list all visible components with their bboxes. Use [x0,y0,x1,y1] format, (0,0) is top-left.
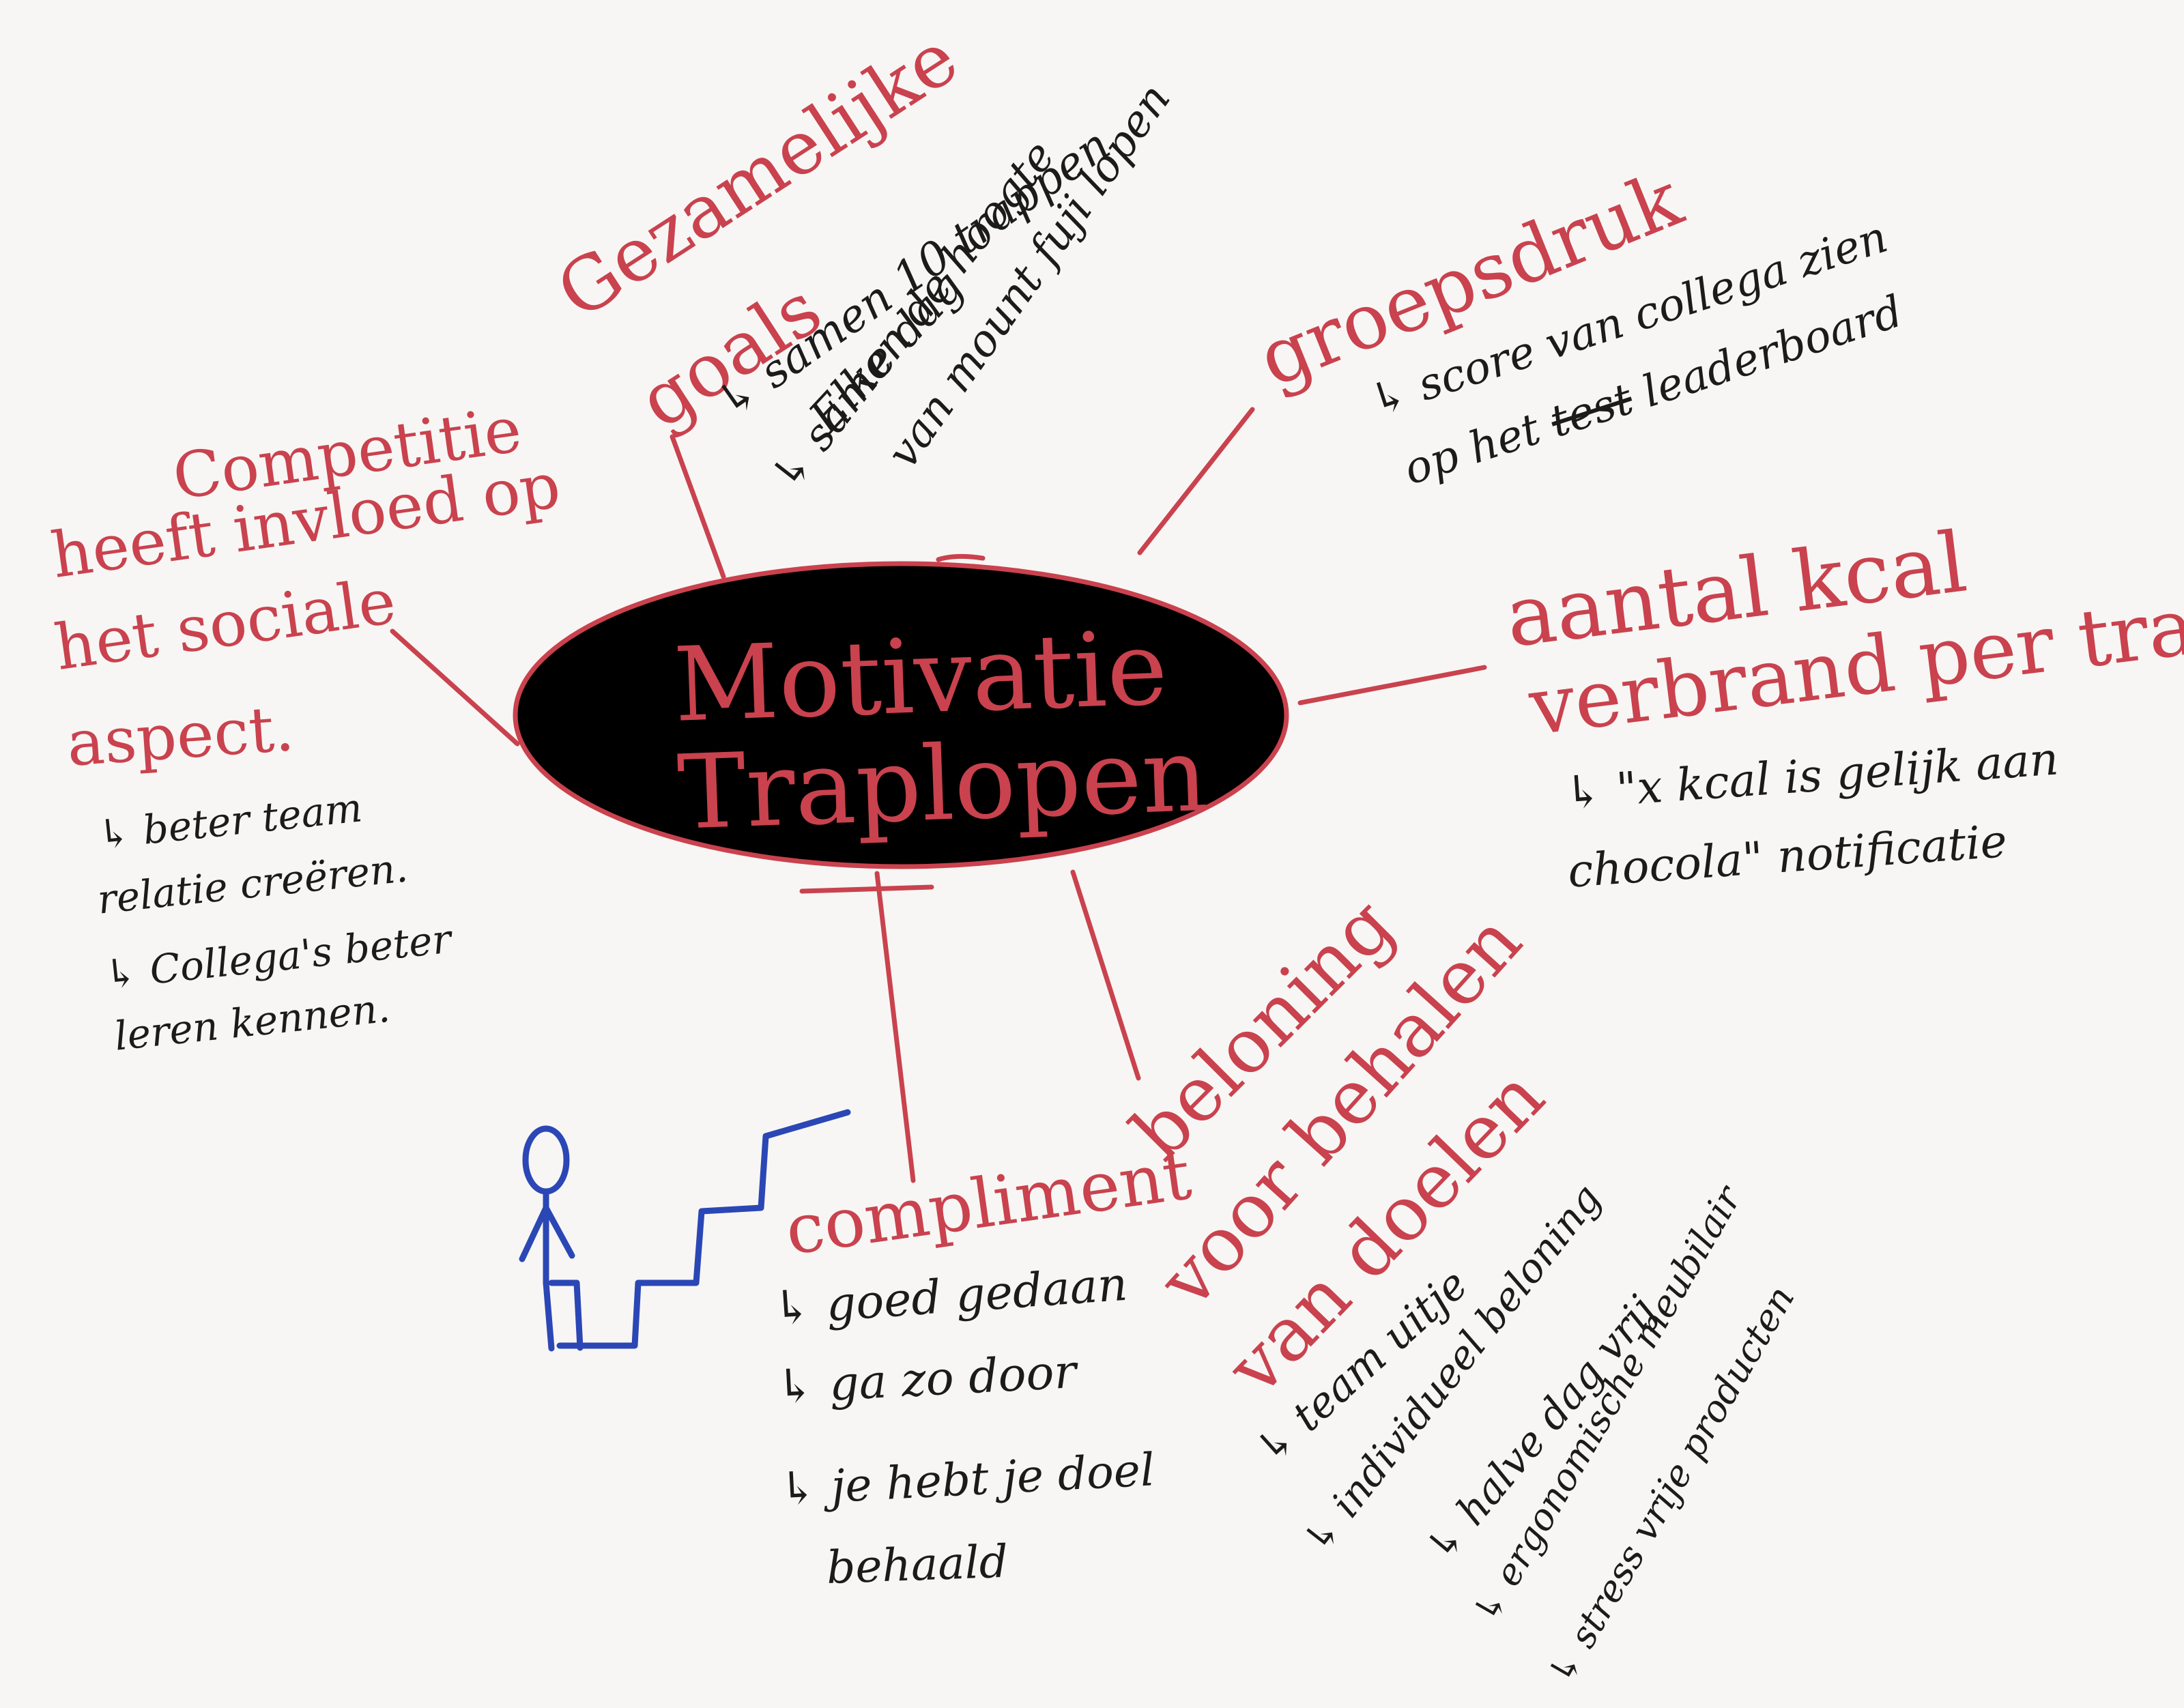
arrow-hook-icon: ↳ [777,1460,833,1516]
branch-line-compliment [874,871,916,1183]
arrow-hook-icon: ↳ [774,1357,831,1415]
arrow-hook-icon: ↳ [771,1278,829,1336]
competitie-title-line4: aspect. [64,691,297,781]
stick-figure-icon [519,1125,584,1352]
groepsdruk-underline-tick [936,553,986,562]
branch-line-compliment-tick [799,884,934,894]
arrow-hook-icon: ↳ [95,807,146,858]
branch-line-beloning [1070,869,1141,1081]
branch-line-goals [670,434,726,579]
center-title-line2: Traplopen [675,715,1210,853]
compliment-item-3-line2: behaald [825,1535,1009,1594]
branch-line-competitie [390,628,520,747]
arrow-hook-icon: ↳ [102,947,153,998]
arrow-hook-icon: ↳ [1562,763,1619,820]
branch-line-groepsdruk [1137,407,1255,555]
center-title: Motivatie Traplopen [672,609,1210,853]
branch-line-kcal [1297,665,1487,706]
